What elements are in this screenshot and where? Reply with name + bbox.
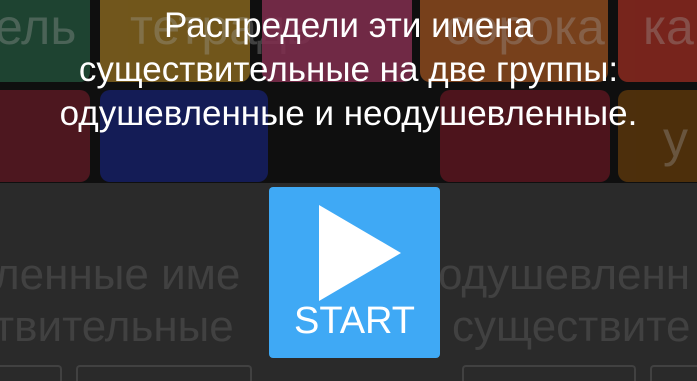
start-label: START: [293, 300, 416, 342]
instruction-line: Распредели эти имена: [164, 6, 533, 45]
instruction-text: Распредели эти имена существительные на …: [0, 4, 697, 136]
instruction-line: одушевленные и неодушевленные.: [59, 94, 638, 133]
play-icon: [319, 205, 401, 301]
instruction-line: существительные на две группы:: [78, 50, 619, 89]
start-button[interactable]: START: [269, 187, 440, 358]
